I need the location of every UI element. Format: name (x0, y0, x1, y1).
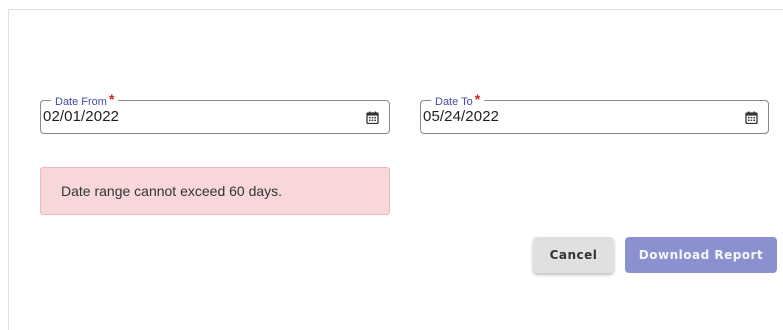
error-alert-message: Date range cannot exceed 60 days. (61, 183, 283, 199)
date-to-value[interactable]: 05/24/2022 (423, 108, 499, 126)
date-from-value[interactable]: 02/01/2022 (43, 108, 119, 126)
calendar-icon[interactable] (366, 111, 379, 124)
error-alert: Date range cannot exceed 60 days. (40, 167, 390, 215)
date-to-label-text: Date To (435, 96, 473, 108)
required-asterisk: * (474, 91, 481, 107)
required-asterisk: * (108, 91, 115, 107)
date-from-label-text: Date From (55, 96, 107, 108)
calendar-icon[interactable] (745, 111, 758, 124)
date-from-field[interactable]: Date From * 02/01/2022 (40, 91, 390, 134)
download-report-button[interactable]: Download Report (625, 237, 777, 273)
cancel-button[interactable]: Cancel (533, 237, 614, 273)
date-to-field[interactable]: Date To * 05/24/2022 (420, 91, 769, 134)
